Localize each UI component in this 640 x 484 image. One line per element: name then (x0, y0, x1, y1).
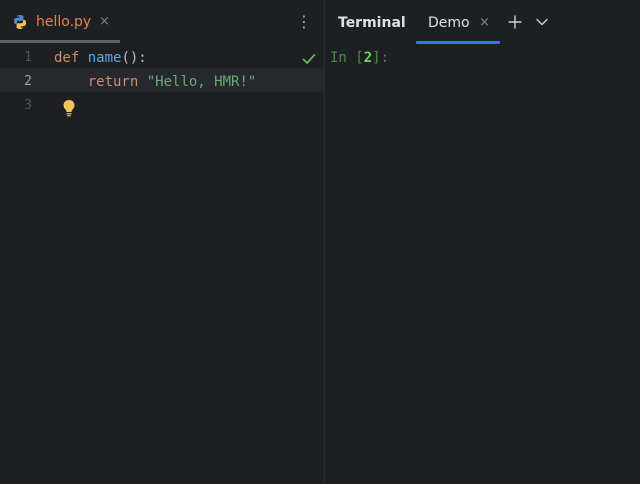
active-tab-indicator (416, 41, 500, 44)
code-line-1[interactable]: def name(): (54, 46, 147, 70)
line-number: 1 (24, 50, 32, 65)
chevron-down-icon[interactable] (536, 18, 548, 26)
prompt-number: 2 (363, 50, 373, 66)
close-icon[interactable]: × (99, 13, 110, 31)
checkmark-icon (302, 53, 316, 64)
prompt-prefix: In [ (330, 50, 364, 66)
code-line-2[interactable]: return "Hello, HMR!" (54, 70, 257, 94)
editor-pane: hello.py × ⋮ 1 2 3 def name(): return "H… (0, 0, 324, 484)
terminal-tab-demo[interactable]: Demo × (416, 0, 500, 44)
terminal-title: Terminal (338, 15, 406, 31)
terminal-prompt[interactable]: In [2]: (330, 46, 389, 70)
more-options-icon[interactable]: ⋮ (296, 12, 312, 32)
prompt-suffix: ]: (372, 50, 390, 66)
code-keyword: def (54, 50, 80, 66)
editor-tab-hello-py[interactable]: hello.py × (0, 0, 124, 44)
code-string: "Hello, HMR!" (146, 74, 257, 90)
code-punctuation: (): (121, 50, 147, 66)
python-icon (14, 15, 26, 29)
editor-tab-label: hello.py (36, 14, 92, 30)
plus-icon[interactable] (508, 15, 522, 29)
lightbulb-icon[interactable] (62, 99, 76, 117)
editor-tab-bar: hello.py × ⋮ (0, 0, 324, 44)
code-function-name: name (87, 50, 122, 66)
line-number: 3 (24, 98, 32, 113)
active-tab-indicator (0, 40, 120, 43)
close-icon[interactable]: × (479, 14, 490, 32)
code-keyword: return (87, 74, 139, 90)
line-number-current: 2 (24, 74, 32, 89)
line-number-gutter: 1 2 3 (0, 44, 46, 484)
terminal-tab-label: Demo (428, 15, 470, 31)
terminal-pane: Terminal Demo × In [2]: (325, 0, 640, 484)
ide-window: hello.py × ⋮ 1 2 3 def name(): return "H… (0, 0, 640, 484)
